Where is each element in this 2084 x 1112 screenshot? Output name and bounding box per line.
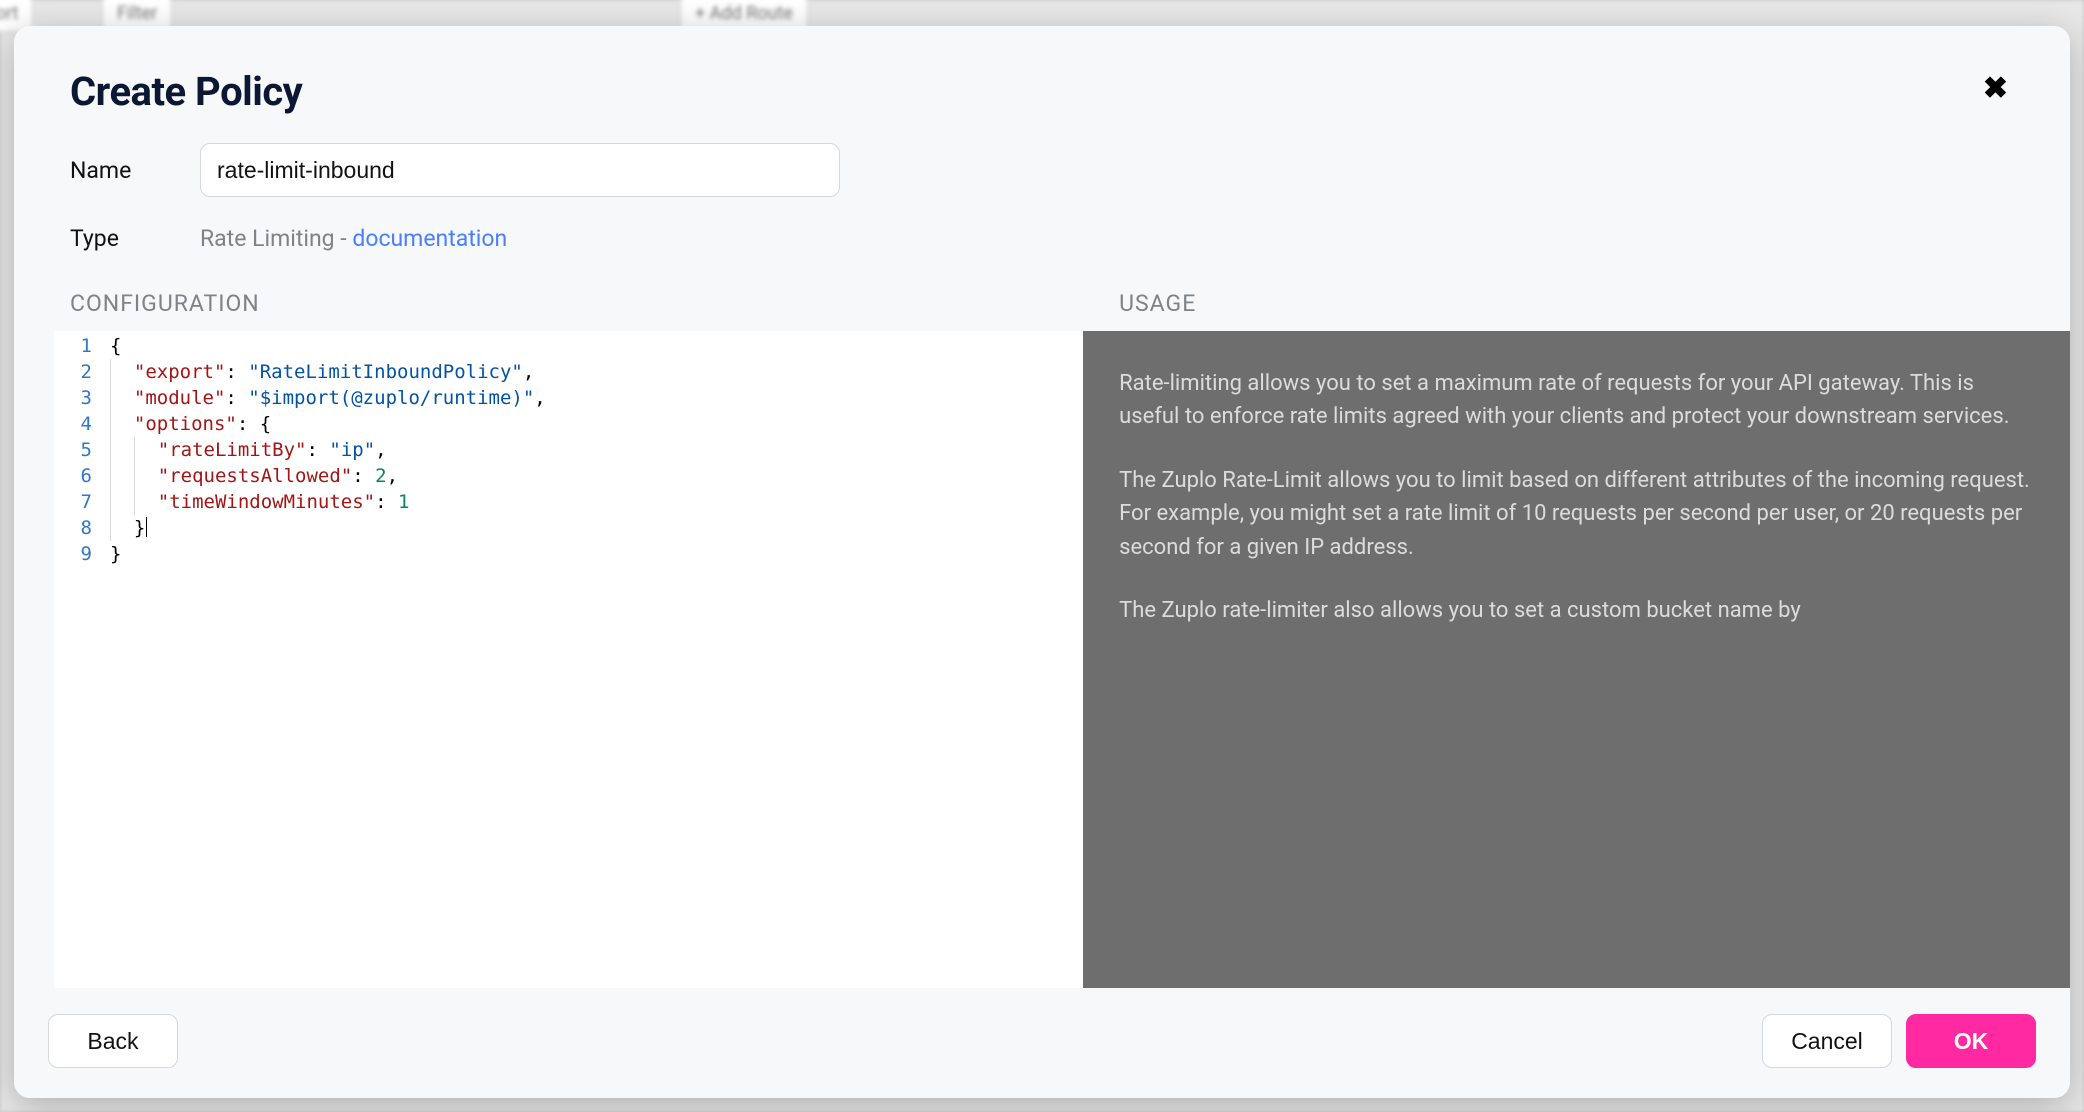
code-line: 5 "rateLimitBy": "ip", <box>54 437 1083 463</box>
modal-title: Create Policy <box>70 68 302 115</box>
cancel-button[interactable]: Cancel <box>1762 1014 1892 1068</box>
modal-header: Create Policy ✖ <box>14 26 2070 115</box>
json-editor[interactable]: 1{ 2 "export": "RateLimitInboundPolicy",… <box>54 331 1083 988</box>
back-button[interactable]: Back <box>48 1014 178 1068</box>
usage-description: Rate-limiting allows you to set a maximu… <box>1083 331 2070 988</box>
name-row: Name <box>70 143 2014 197</box>
code-line: 7 "timeWindowMinutes": 1 <box>54 489 1083 515</box>
footer-right-group: Cancel OK <box>1762 1014 2036 1068</box>
usage-heading: USAGE <box>1083 290 2070 331</box>
code-line: 6 "requestsAllowed": 2, <box>54 463 1083 489</box>
code-line: 2 "export": "RateLimitInboundPolicy", <box>54 359 1083 385</box>
code-line: 4 "options": { <box>54 411 1083 437</box>
modal-footer: Back Cancel OK <box>14 988 2070 1098</box>
text-caret <box>146 517 147 537</box>
configuration-column: CONFIGURATION 1{ 2 "export": "RateLimitI… <box>14 290 1083 988</box>
code-line: 3 "module": "$import(@zuplo/runtime)", <box>54 385 1083 411</box>
create-policy-modal: Create Policy ✖ Name Type Rate Limiting … <box>14 26 2070 1098</box>
type-text: Rate Limiting - <box>200 225 352 252</box>
usage-paragraph: Rate-limiting allows you to set a maximu… <box>1119 367 2030 434</box>
policy-name-input[interactable] <box>200 143 840 197</box>
code-line: 8 } <box>54 515 1083 541</box>
type-value: Rate Limiting - documentation <box>200 225 507 252</box>
code-line: 1{ <box>54 333 1083 359</box>
close-icon[interactable]: ✖ <box>1977 68 2014 110</box>
usage-paragraph: The Zuplo rate-limiter also allows you t… <box>1119 594 2030 627</box>
form-area: Name Type Rate Limiting - documentation <box>14 115 2070 280</box>
documentation-link[interactable]: documentation <box>352 225 507 252</box>
content-columns: CONFIGURATION 1{ 2 "export": "RateLimitI… <box>14 280 2070 988</box>
usage-paragraph: The Zuplo Rate-Limit allows you to limit… <box>1119 464 2030 564</box>
type-label: Type <box>70 225 200 252</box>
configuration-heading: CONFIGURATION <box>54 290 1083 331</box>
type-row: Type Rate Limiting - documentation <box>70 225 2014 252</box>
name-label: Name <box>70 157 200 184</box>
code-line: 9} <box>54 541 1083 567</box>
ok-button[interactable]: OK <box>1906 1014 2036 1068</box>
usage-column: USAGE Rate-limiting allows you to set a … <box>1083 290 2070 988</box>
